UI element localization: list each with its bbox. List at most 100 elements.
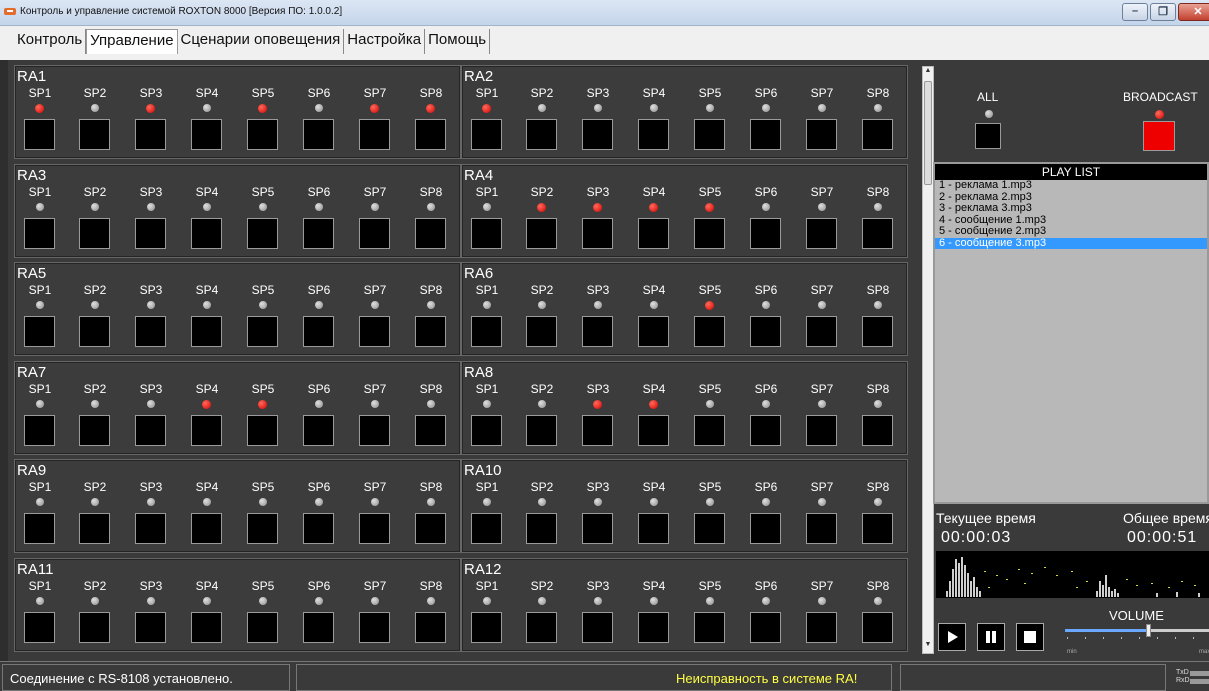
speaker-toggle-button[interactable] (806, 316, 837, 347)
speaker-toggle-button[interactable] (471, 316, 502, 347)
speaker-toggle-button[interactable] (415, 612, 446, 643)
speaker-toggle-button[interactable] (79, 218, 110, 249)
speaker-toggle-button[interactable] (415, 218, 446, 249)
volume-thumb[interactable] (1145, 624, 1151, 637)
speaker-toggle-button[interactable] (806, 218, 837, 249)
tab-scenarios[interactable]: Сценарии оповещения (177, 29, 345, 54)
maximize-button[interactable]: ❐ (1150, 3, 1176, 21)
speaker-toggle-button[interactable] (359, 513, 390, 544)
speaker-toggle-button[interactable] (359, 119, 390, 150)
speaker-toggle-button[interactable] (582, 612, 613, 643)
speaker-toggle-button[interactable] (862, 415, 893, 446)
speaker-toggle-button[interactable] (79, 119, 110, 150)
speaker-toggle-button[interactable] (862, 119, 893, 150)
speaker-toggle-button[interactable] (526, 218, 557, 249)
speaker-toggle-button[interactable] (750, 612, 781, 643)
play-button[interactable] (938, 623, 966, 651)
tab-control[interactable]: Контроль (14, 29, 87, 54)
speaker-toggle-button[interactable] (359, 316, 390, 347)
speaker-toggle-button[interactable] (862, 513, 893, 544)
speaker-toggle-button[interactable] (79, 513, 110, 544)
speaker-toggle-button[interactable] (135, 612, 166, 643)
broadcast-button[interactable] (1143, 121, 1175, 151)
tab-settings[interactable]: Настройка (344, 29, 426, 54)
minimize-button[interactable]: – (1122, 3, 1148, 21)
speaker-toggle-button[interactable] (806, 415, 837, 446)
speaker-toggle-button[interactable] (24, 415, 55, 446)
speaker-toggle-button[interactable] (135, 513, 166, 544)
scroll-up-icon[interactable]: ▲ (923, 67, 933, 79)
speaker-toggle-button[interactable] (471, 119, 502, 150)
speaker-toggle-button[interactable] (135, 316, 166, 347)
speaker-toggle-button[interactable] (582, 119, 613, 150)
scroll-down-icon[interactable]: ▼ (923, 641, 933, 653)
speaker-toggle-button[interactable] (582, 218, 613, 249)
speaker-toggle-button[interactable] (247, 316, 278, 347)
playlist-item[interactable]: 3 - реклама 3.mp3 (935, 202, 1207, 215)
speaker-toggle-button[interactable] (79, 316, 110, 347)
speaker-toggle-button[interactable] (247, 612, 278, 643)
speaker-toggle-button[interactable] (582, 513, 613, 544)
pause-button[interactable] (977, 623, 1005, 651)
speaker-toggle-button[interactable] (191, 218, 222, 249)
playlist-item[interactable]: 1 - реклама 1.mp3 (935, 179, 1207, 192)
speaker-toggle-button[interactable] (526, 316, 557, 347)
speaker-toggle-button[interactable] (24, 513, 55, 544)
speaker-toggle-button[interactable] (471, 612, 502, 643)
scroll-thumb[interactable] (924, 81, 932, 185)
speaker-toggle-button[interactable] (415, 513, 446, 544)
speaker-toggle-button[interactable] (359, 218, 390, 249)
speaker-toggle-button[interactable] (862, 612, 893, 643)
speaker-toggle-button[interactable] (806, 612, 837, 643)
speaker-toggle-button[interactable] (135, 119, 166, 150)
speaker-toggle-button[interactable] (24, 316, 55, 347)
speaker-toggle-button[interactable] (750, 119, 781, 150)
speaker-toggle-button[interactable] (526, 415, 557, 446)
speaker-toggle-button[interactable] (191, 316, 222, 347)
speaker-toggle-button[interactable] (303, 415, 334, 446)
speaker-toggle-button[interactable] (303, 119, 334, 150)
speaker-toggle-button[interactable] (359, 415, 390, 446)
speaker-toggle-button[interactable] (303, 218, 334, 249)
speaker-toggle-button[interactable] (638, 612, 669, 643)
speaker-toggle-button[interactable] (247, 218, 278, 249)
speaker-toggle-button[interactable] (415, 119, 446, 150)
speaker-toggle-button[interactable] (191, 513, 222, 544)
speaker-toggle-button[interactable] (638, 218, 669, 249)
volume-slider[interactable] (1065, 624, 1209, 637)
speaker-toggle-button[interactable] (415, 316, 446, 347)
speaker-toggle-button[interactable] (526, 612, 557, 643)
speaker-toggle-button[interactable] (471, 218, 502, 249)
speaker-toggle-button[interactable] (582, 316, 613, 347)
speaker-toggle-button[interactable] (582, 415, 613, 446)
speaker-toggle-button[interactable] (694, 415, 725, 446)
speaker-toggle-button[interactable] (638, 513, 669, 544)
speaker-toggle-button[interactable] (750, 513, 781, 544)
speaker-toggle-button[interactable] (694, 119, 725, 150)
close-button[interactable]: ✕ (1178, 3, 1209, 21)
stop-button[interactable] (1016, 623, 1044, 651)
playlist-item[interactable]: 5 - сообщение 2.mp3 (935, 225, 1207, 238)
speaker-toggle-button[interactable] (750, 218, 781, 249)
speaker-toggle-button[interactable] (191, 119, 222, 150)
tab-help[interactable]: Помощь (425, 29, 491, 54)
speaker-toggle-button[interactable] (247, 513, 278, 544)
speaker-toggle-button[interactable] (24, 612, 55, 643)
speaker-toggle-button[interactable] (471, 415, 502, 446)
speaker-toggle-button[interactable] (526, 513, 557, 544)
speaker-toggle-button[interactable] (191, 612, 222, 643)
tab-management[interactable]: Управление (86, 29, 178, 54)
speaker-toggle-button[interactable] (24, 218, 55, 249)
all-button[interactable] (975, 123, 1001, 149)
speaker-toggle-button[interactable] (247, 119, 278, 150)
speaker-toggle-button[interactable] (638, 316, 669, 347)
speaker-toggle-button[interactable] (303, 612, 334, 643)
speaker-toggle-button[interactable] (806, 119, 837, 150)
speaker-toggle-button[interactable] (750, 316, 781, 347)
speaker-toggle-button[interactable] (471, 513, 502, 544)
speaker-toggle-button[interactable] (359, 612, 390, 643)
speaker-toggle-button[interactable] (303, 513, 334, 544)
speaker-toggle-button[interactable] (415, 415, 446, 446)
speaker-toggle-button[interactable] (862, 218, 893, 249)
playlist-item[interactable]: 6 - сообщение 3.mp3 (935, 237, 1207, 249)
